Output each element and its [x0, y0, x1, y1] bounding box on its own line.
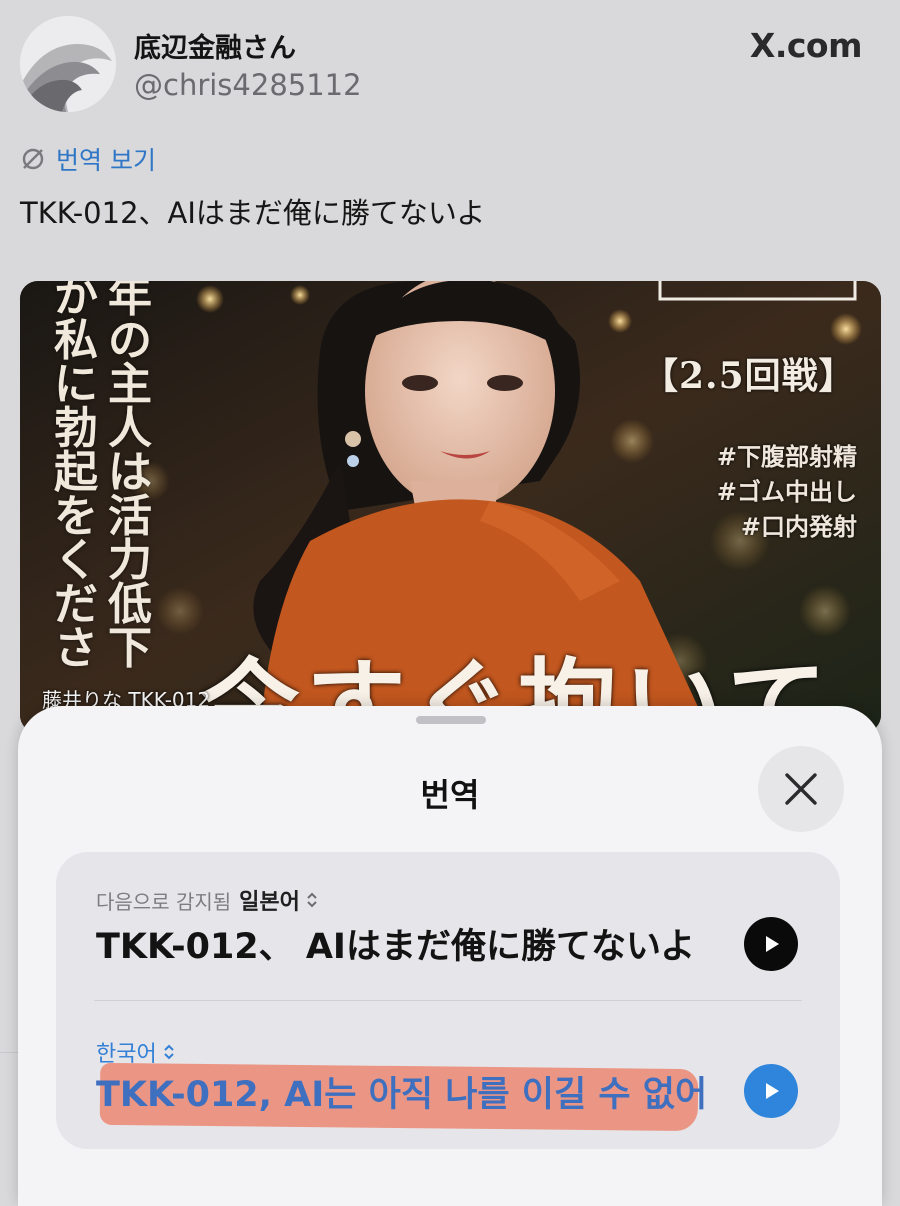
- tag-item: #口内発射: [740, 512, 857, 541]
- panel-divider: [94, 1000, 802, 1001]
- sheet-grabber[interactable]: [416, 716, 486, 724]
- play-source-button[interactable]: [744, 917, 798, 971]
- play-icon: [766, 936, 779, 952]
- site-logo: X.com: [749, 26, 863, 65]
- tag-list: #下腹部射精 #ゴム中出し #口内発射: [717, 439, 857, 544]
- translation-panel: 다음으로 감지됨 일본어 TKK-012、 AIはまだ俺に勝てないよ 한국어 T…: [56, 852, 840, 1149]
- vertical-text-right: 年の主人は活力低下: [108, 281, 152, 674]
- round-label: 【2.5回戦】: [642, 355, 856, 397]
- source-language: 일본어: [239, 890, 300, 915]
- close-button[interactable]: [758, 746, 844, 832]
- tweet-text: TKK-012、AIはまだ俺に勝てないよ: [20, 196, 486, 230]
- avatar[interactable]: [20, 16, 116, 112]
- play-icon: [766, 1083, 779, 1099]
- source-language-selector[interactable]: 다음으로 감지됨 일본어: [96, 884, 318, 916]
- sheet-title: 번역: [420, 776, 480, 814]
- tag-item: #ゴム中出し: [716, 477, 857, 506]
- wave-avatar-icon: [20, 16, 116, 112]
- site-label: X.com: [749, 26, 863, 65]
- translate-link[interactable]: 번역 보기: [20, 141, 156, 177]
- translate-icon: [22, 148, 44, 170]
- vertical-text-left: か私に勃起をくださ: [54, 281, 98, 674]
- close-icon: [785, 773, 817, 805]
- divider: [0, 1052, 18, 1053]
- translate-link-label: 번역 보기: [56, 146, 156, 175]
- tag-item: #下腹部射精: [716, 442, 857, 471]
- user-handle[interactable]: @chris4285112: [134, 68, 362, 102]
- play-translation-button[interactable]: [744, 1064, 798, 1118]
- translation-sheet: 번역 다음으로 감지됨 일본어 TKK-012、 AIはまだ俺に勝てないよ 한국…: [18, 706, 882, 1206]
- tweet-photo[interactable]: か私に勃起をくださ 年の主人は活力低下 【2.5回戦】 #下腹部射精 #ゴム中出…: [20, 281, 881, 733]
- chevron-updown-icon: [164, 1044, 174, 1060]
- display-name[interactable]: 底辺金融さん: [134, 26, 296, 65]
- detected-label: 다음으로 감지됨: [96, 889, 232, 914]
- translated-text: TKK-012, AI는 아직 나를 이길 수 없어: [96, 1075, 708, 1115]
- source-text: TKK-012、 AIはまだ俺に勝てないよ: [96, 927, 696, 967]
- chevron-updown-icon: [307, 892, 317, 908]
